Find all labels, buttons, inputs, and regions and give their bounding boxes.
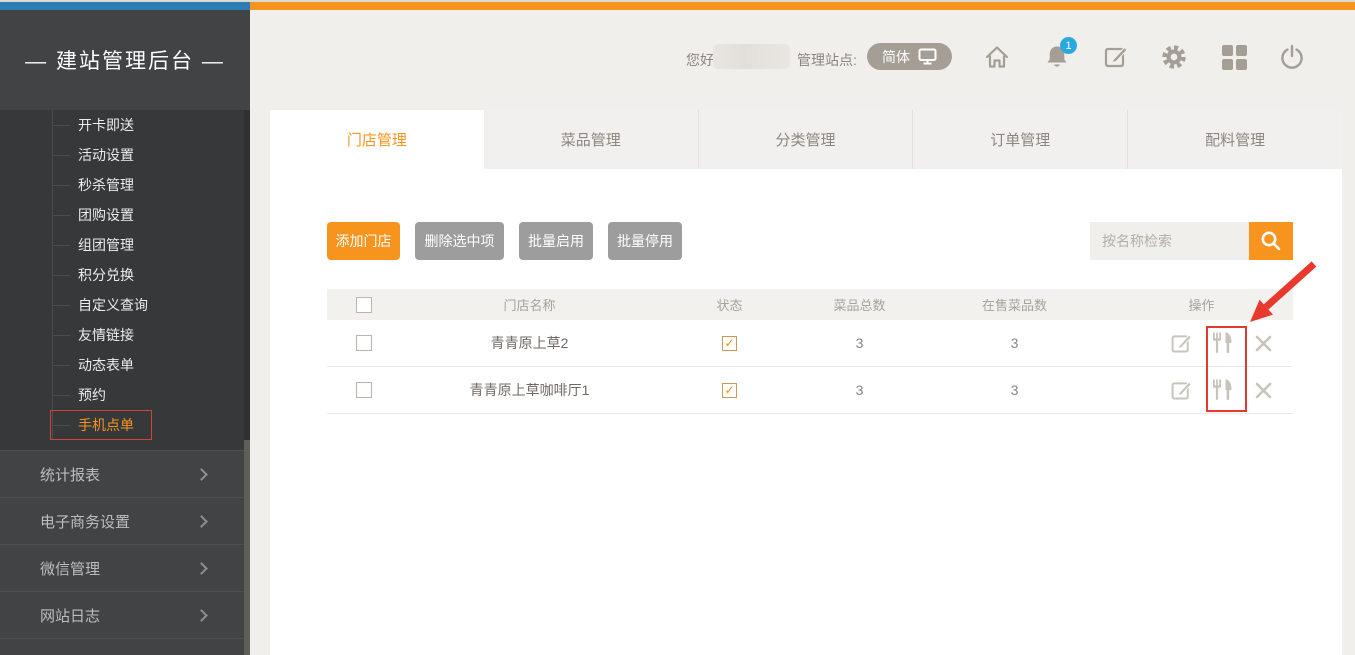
table-header: 门店名称 状态 菜品总数 在售菜品数 操作 [327, 289, 1293, 320]
header-actions: 操作 [1110, 295, 1293, 314]
chevron-right-icon [195, 515, 208, 528]
tab-category-management[interactable]: 分类管理 [698, 110, 913, 169]
language-label: 简体 [882, 47, 910, 67]
search-input[interactable] [1090, 222, 1249, 260]
sidebar-submenu: 开卡即送 活动设置 秒杀管理 团购设置 组团管理 积分兑换 自定义查询 友情链接… [0, 110, 250, 450]
store-name: 青青原上草咖啡厅1 [400, 380, 659, 400]
search-icon [1260, 230, 1282, 252]
power-logout-icon[interactable] [1278, 43, 1306, 71]
row-checkbox[interactable] [356, 335, 372, 351]
dish-total: 3 [800, 335, 919, 351]
compose-edit-icon[interactable] [1102, 43, 1130, 71]
tab-ingredient-management[interactable]: 配料管理 [1127, 110, 1342, 169]
store-name: 青青原上草2 [400, 333, 659, 353]
chevron-right-icon [195, 468, 208, 481]
sidebar-section-wechat[interactable]: 微信管理 [0, 544, 250, 591]
sidebar-item-dynamic-forms[interactable]: 动态表单 [0, 350, 250, 380]
sidebar-item-friend-links[interactable]: 友情链接 [0, 320, 250, 350]
sidebar-accent-bar [0, 2, 250, 10]
tab-store-management[interactable]: 门店管理 [270, 110, 484, 169]
delete-x-icon[interactable] [1250, 330, 1276, 356]
onsale-count: 3 [919, 382, 1110, 398]
language-site-button[interactable]: 简体 [867, 43, 952, 70]
sidebar-scrollbar-track [244, 110, 250, 450]
section-label: 统计报表 [40, 464, 100, 485]
sidebar-scrollbar-thumb[interactable] [244, 440, 250, 655]
header-store-name: 门店名称 [400, 295, 659, 314]
add-store-button[interactable]: 添加门店 [327, 222, 400, 260]
sidebar-item-custom-query[interactable]: 自定义查询 [0, 290, 250, 320]
table-row: 青青原上草2 ✓ 3 3 [327, 320, 1293, 367]
notification-badge: 1 [1060, 37, 1077, 54]
monitor-icon [918, 48, 937, 65]
dishes-fork-knife-icon[interactable] [1209, 330, 1235, 356]
main-accent-bar [250, 2, 1355, 10]
sidebar-item-activity-settings[interactable]: 活动设置 [0, 140, 250, 170]
tab-dish-management[interactable]: 菜品管理 [484, 110, 698, 169]
site-label: 管理站点: [797, 50, 857, 70]
settings-gear-icon[interactable] [1160, 43, 1188, 71]
chevron-right-icon [195, 562, 208, 575]
sidebar-item-reservation[interactable]: 预约 [0, 380, 250, 410]
onsale-count: 3 [919, 335, 1110, 351]
sidebar-item-group-buy[interactable]: 团购设置 [0, 200, 250, 230]
header-status: 状态 [659, 295, 800, 314]
sidebar: — 建站管理后台 — 开卡即送 活动设置 秒杀管理 团购设置 组团管理 积分兑换… [0, 10, 250, 655]
header-onsale-count: 在售菜品数 [919, 295, 1110, 314]
sidebar-section-ecommerce[interactable]: 电子商务设置 [0, 497, 250, 544]
sidebar-section-statistics[interactable]: 统计报表 [0, 450, 250, 497]
home-icon[interactable] [983, 43, 1011, 71]
row-checkbox[interactable] [356, 382, 372, 398]
sidebar-item-points-exchange[interactable]: 积分兑换 [0, 260, 250, 290]
app-window: — 建站管理后台 — 开卡即送 活动设置 秒杀管理 团购设置 组团管理 积分兑换… [0, 0, 1355, 655]
sidebar-item-flash-sale[interactable]: 秒杀管理 [0, 170, 250, 200]
sidebar-item-mobile-ordering[interactable]: 手机点单 [0, 410, 250, 440]
dishes-fork-knife-icon[interactable] [1209, 377, 1235, 403]
delete-x-icon[interactable] [1250, 377, 1276, 403]
header-dish-total: 菜品总数 [800, 295, 919, 314]
sidebar-item-card-gift[interactable]: 开卡即送 [0, 110, 250, 140]
sidebar-sections: 统计报表 电子商务设置 微信管理 网站日志 [0, 450, 250, 655]
username-redacted [713, 44, 790, 69]
apps-grid-icon[interactable] [1220, 43, 1248, 71]
section-spacer [0, 638, 250, 655]
select-all-checkbox[interactable] [356, 297, 372, 313]
tab-bar: 门店管理 菜品管理 分类管理 订单管理 配料管理 [270, 110, 1342, 169]
status-checkbox-checked[interactable]: ✓ [722, 336, 737, 351]
table-row: 青青原上草咖啡厅1 ✓ 3 3 [327, 367, 1293, 414]
batch-disable-button[interactable]: 批量停用 [608, 222, 682, 260]
batch-enable-button[interactable]: 批量启用 [519, 222, 593, 260]
section-label: 网站日志 [40, 605, 100, 626]
app-title: — 建站管理后台 — [0, 10, 250, 110]
section-label: 电子商务设置 [40, 511, 130, 532]
section-label: 微信管理 [40, 558, 100, 579]
tab-order-management[interactable]: 订单管理 [912, 110, 1127, 169]
sidebar-section-site-logs[interactable]: 网站日志 [0, 591, 250, 638]
edit-icon[interactable] [1168, 377, 1194, 403]
delete-selected-button[interactable]: 删除选中项 [415, 222, 504, 260]
dish-total: 3 [800, 382, 919, 398]
edit-icon[interactable] [1168, 330, 1194, 356]
status-checkbox-checked[interactable]: ✓ [722, 383, 737, 398]
chevron-right-icon [195, 609, 208, 622]
sidebar-item-group-manage[interactable]: 组团管理 [0, 230, 250, 260]
search-button[interactable] [1249, 222, 1293, 260]
